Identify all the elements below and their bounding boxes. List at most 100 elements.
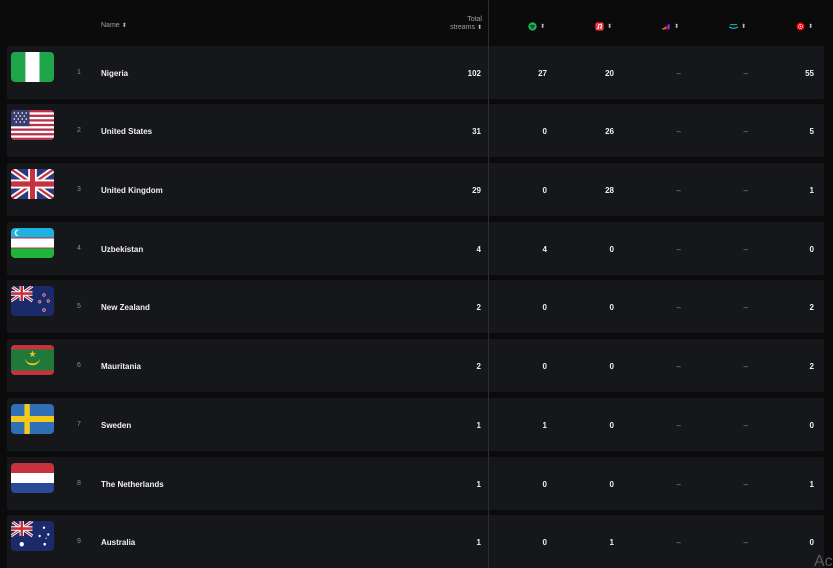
rank-number: 3 [77,186,81,193]
total-streams-cell: 29 [472,186,481,195]
spotify-streams-cell: 0 [542,362,547,371]
country-name[interactable]: Mauritania [101,362,141,371]
total-streams-cell: 2 [476,303,481,312]
amazon-music-streams-cell: – [743,245,748,254]
sort-icon: ⬍ [540,24,546,31]
country-name[interactable]: Australia [101,538,135,547]
deezer-streams-cell: – [676,421,681,430]
sort-icon: ⬍ [607,24,613,31]
spotify-streams-cell: 27 [538,69,547,78]
spotify-streams-cell: 0 [542,127,547,136]
sort-by-apple-music-button[interactable]: ⬍ [594,22,612,31]
column-header-total-sub: streams [450,24,475,31]
apple-music-streams-cell: 26 [605,127,614,136]
rank-number: 4 [77,245,81,252]
flag-uk-icon [11,169,54,199]
flag-sweden-icon [11,404,54,434]
country-name[interactable]: Nigeria [101,69,128,78]
deezer-icon [662,24,670,30]
apple-music-streams-cell: 0 [609,480,614,489]
total-streams-cell: 1 [476,421,481,430]
youtube-music-streams-cell: 0 [809,245,814,254]
table-row[interactable]: 5 New Zealand 2 0 0 – – 2 [7,280,824,333]
table-row[interactable]: 8 The Netherlands 1 0 0 – – 1 [7,457,824,510]
country-name[interactable]: United Kingdom [101,186,163,195]
rank-number: 2 [77,127,81,134]
amazon-music-streams-cell: – [743,538,748,547]
total-streams-cell: 1 [476,538,481,547]
country-name[interactable]: Sweden [101,421,131,430]
spotify-streams-cell: 0 [542,480,547,489]
amazon-music-streams-cell: – [743,480,748,489]
rank-number: 8 [77,480,81,487]
youtube-music-streams-cell: 1 [809,480,814,489]
table-row[interactable]: 3 United Kingdom 29 0 28 – – 1 [7,163,824,216]
sort-icon: ⬍ [674,24,680,31]
amazon-music-streams-cell: – [743,362,748,371]
amazon-music-streams-cell: – [743,186,748,195]
country-name[interactable]: Uzbekistan [101,245,143,254]
table-row[interactable]: 4 Uzbekistan 4 4 0 – – 0 [7,222,824,275]
deezer-streams-cell: – [676,303,681,312]
spotify-streams-cell: 4 [542,245,547,254]
apple-music-streams-cell: 1 [609,538,614,547]
flag-uzbekistan-icon [11,228,54,258]
sort-icon: ⬍ [808,24,814,31]
table-row[interactable]: 7 Sweden 1 1 0 – – 0 [7,398,824,451]
amazon-music-icon [728,24,739,29]
sort-by-deezer-button[interactable]: ⬍ [661,22,679,31]
column-divider [488,0,489,568]
deezer-streams-cell: – [676,69,681,78]
spotify-icon [528,22,537,31]
sort-by-spotify-button[interactable]: ⬍ [527,22,545,31]
deezer-streams-cell: – [676,362,681,371]
flag-mauritania-icon [11,345,54,375]
sort-by-total-button[interactable]: Total streams ⬍ [440,16,482,32]
column-header-name: Name [101,22,120,29]
sort-by-amazon-music-button[interactable]: ⬍ [728,22,746,31]
table-row[interactable]: 1 Nigeria 102 27 20 – – 55 [7,46,824,99]
table-header: Name ⬍ Total streams ⬍ ⬍ ⬍ ⬍ ⬍ ⬍ [0,0,833,44]
country-name[interactable]: The Netherlands [101,480,164,489]
table-row[interactable]: 2 United States 31 0 26 – – 5 [7,104,824,157]
rank-number: 1 [77,69,81,76]
flag-australia-icon [11,521,54,551]
flag-nigeria-icon [11,52,54,82]
deezer-streams-cell: – [676,538,681,547]
spotify-streams-cell: 0 [542,303,547,312]
flag-netherlands-icon [11,463,54,493]
rank-number: 5 [77,303,81,310]
country-name[interactable]: New Zealand [101,303,150,312]
deezer-streams-cell: – [676,480,681,489]
youtube-music-streams-cell: 2 [809,303,814,312]
amazon-music-streams-cell: – [743,303,748,312]
youtube-music-streams-cell: 1 [809,186,814,195]
apple-music-streams-cell: 0 [609,245,614,254]
apple-music-streams-cell: 28 [605,186,614,195]
apple-music-streams-cell: 0 [609,421,614,430]
sort-icon: ⬍ [741,24,747,31]
flag-usa-icon [11,110,54,140]
total-streams-cell: 31 [472,127,481,136]
table-row[interactable]: 6 Mauritania 2 0 0 – – 2 [7,339,824,392]
country-name[interactable]: United States [101,127,152,136]
amazon-music-streams-cell: – [743,127,748,136]
apple-music-streams-cell: 0 [609,362,614,371]
sort-icon: ⬍ [476,25,482,31]
sort-by-name-button[interactable]: Name ⬍ [101,22,127,30]
amazon-music-streams-cell: – [743,69,748,78]
youtube-music-streams-cell: 55 [805,69,814,78]
table-row[interactable]: 9 Australia 1 0 1 – – 0 [7,515,824,568]
youtube-music-icon [796,22,805,31]
amazon-music-streams-cell: – [743,421,748,430]
deezer-streams-cell: – [676,245,681,254]
spotify-streams-cell: 0 [542,186,547,195]
apple-music-streams-cell: 20 [605,69,614,78]
total-streams-cell: 1 [476,480,481,489]
youtube-music-streams-cell: 0 [809,538,814,547]
spotify-streams-cell: 0 [542,538,547,547]
spotify-streams-cell: 1 [542,421,547,430]
youtube-music-streams-cell: 2 [809,362,814,371]
youtube-music-streams-cell: 0 [809,421,814,430]
sort-by-youtube-music-button[interactable]: ⬍ [795,22,813,31]
